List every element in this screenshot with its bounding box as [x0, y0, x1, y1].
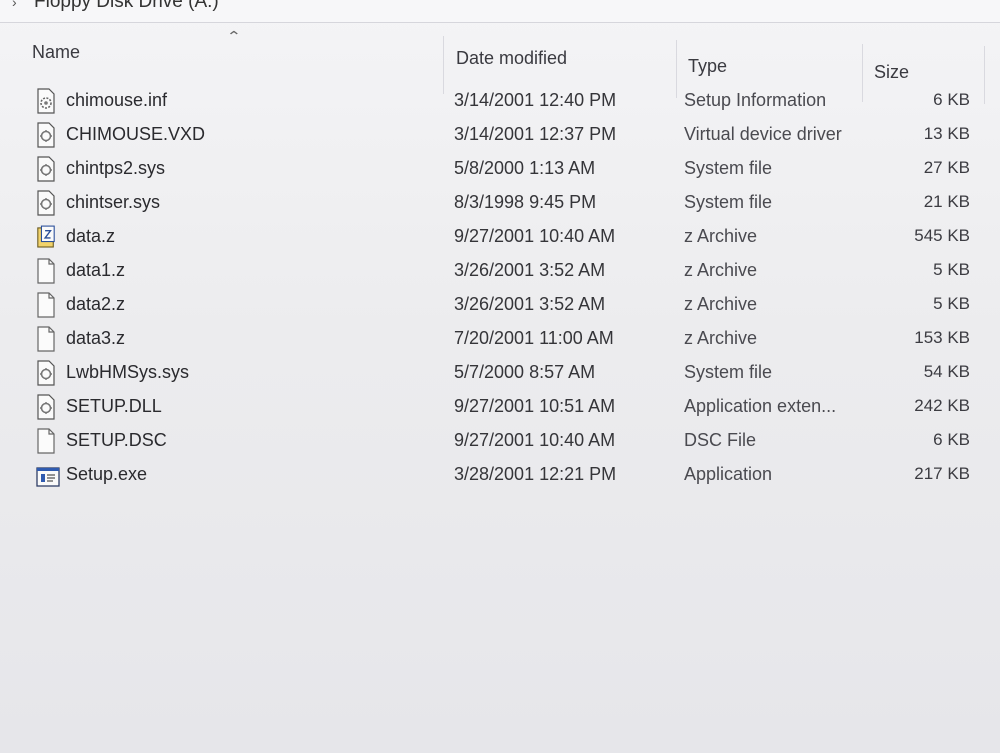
sort-ascending-icon: ⌃	[226, 28, 242, 44]
file-row[interactable]: LwbHMSys.sys 5/7/2000 8:57 AM System fil…	[0, 358, 1000, 392]
file-type: z Archive	[684, 226, 758, 246]
file-date-modified: 9/27/2001 10:51 AM	[454, 396, 616, 416]
file-row[interactable]: chimouse.inf 3/14/2001 12:40 PM Setup In…	[0, 86, 1000, 120]
file-type: z Archive	[684, 328, 758, 348]
file-size: 217 KB	[914, 464, 970, 483]
file-name: SETUP.DSC	[66, 430, 167, 450]
file-size: 6 KB	[933, 90, 970, 109]
file-list: chimouse.inf 3/14/2001 12:40 PM Setup In…	[0, 86, 1000, 494]
file-size: 153 KB	[914, 328, 970, 347]
column-header-name[interactable]: Name	[32, 42, 80, 63]
file-size: 545 KB	[914, 226, 970, 245]
file-name: LwbHMSys.sys	[66, 362, 190, 382]
blank-file-icon	[37, 428, 55, 454]
file-row[interactable]: data1.z 3/26/2001 3:52 AM z Archive 5 KB	[0, 256, 1000, 290]
file-size: 6 KB	[933, 430, 970, 449]
file-type: System file	[684, 362, 773, 382]
system-file-icon	[37, 360, 55, 386]
chevron-right-icon[interactable]: ›	[12, 0, 17, 10]
system-file-icon	[37, 190, 55, 216]
setup-info-icon	[37, 88, 55, 114]
column-header-size[interactable]: Size	[874, 62, 909, 83]
file-name: data2.z	[66, 294, 126, 314]
file-size: 27 KB	[923, 158, 970, 177]
file-size: 54 KB	[923, 362, 970, 381]
file-row[interactable]: SETUP.DLL 9/27/2001 10:51 AM Application…	[0, 392, 1000, 426]
blank-file-icon	[37, 258, 55, 284]
file-name: data1.z	[66, 260, 126, 280]
address-bar[interactable]: › Floppy Disk Drive (A:)	[0, 0, 1000, 23]
file-explorer-window: › Floppy Disk Drive (A:) ⌃ Name Date mod…	[0, 0, 1000, 753]
file-size: 5 KB	[933, 260, 970, 279]
file-size: 13 KB	[923, 124, 970, 143]
file-row[interactable]: data.z 9/27/2001 10:40 AM z Archive 545 …	[0, 222, 1000, 256]
file-type: DSC File	[684, 430, 757, 450]
file-date-modified: 3/14/2001 12:40 PM	[454, 90, 617, 110]
file-size: 5 KB	[933, 294, 970, 313]
file-date-modified: 3/26/2001 3:52 AM	[454, 260, 606, 280]
file-date-modified: 7/20/2001 11:00 AM	[454, 328, 614, 348]
system-file-icon	[37, 156, 55, 182]
blank-file-icon	[37, 292, 55, 318]
file-row[interactable]: data3.z 7/20/2001 11:00 AM z Archive 153…	[0, 324, 1000, 358]
file-type: Setup Information	[684, 90, 827, 110]
file-date-modified: 9/27/2001 10:40 AM	[454, 430, 616, 450]
file-name: CHIMOUSE.VXD	[66, 124, 206, 144]
file-date-modified: 3/26/2001 3:52 AM	[454, 294, 606, 314]
file-date-modified: 9/27/2001 10:40 AM	[454, 226, 616, 246]
file-date-modified: 3/28/2001 12:21 PM	[454, 464, 617, 484]
blank-file-icon	[37, 326, 55, 352]
file-size: 21 KB	[923, 192, 970, 211]
file-type: System file	[684, 158, 773, 178]
file-row[interactable]: CHIMOUSE.VXD 3/14/2001 12:37 PM Virtual …	[0, 120, 1000, 154]
file-row[interactable]: chintps2.sys 5/8/2000 1:13 AM System fil…	[0, 154, 1000, 188]
file-row[interactable]: SETUP.DSC 9/27/2001 10:40 AM DSC File 6 …	[0, 426, 1000, 460]
file-type: z Archive	[684, 294, 758, 314]
file-type: System file	[684, 192, 773, 212]
column-header-date[interactable]: Date modified	[456, 48, 567, 69]
file-type: Application exten...	[684, 396, 837, 416]
file-row[interactable]: data2.z 3/26/2001 3:52 AM z Archive 5 KB	[0, 290, 1000, 324]
system-file-icon	[37, 394, 55, 420]
file-type: z Archive	[684, 260, 758, 280]
column-header-type[interactable]: Type	[688, 56, 727, 77]
file-name: data.z	[66, 226, 116, 246]
file-name: data3.z	[66, 328, 126, 348]
file-name: chintser.sys	[66, 192, 161, 212]
file-row[interactable]: Setup.exe 3/28/2001 12:21 PM Application…	[0, 460, 1000, 494]
file-name: chimouse.inf	[66, 90, 168, 110]
file-date-modified: 3/14/2001 12:37 PM	[454, 124, 617, 144]
application-icon	[36, 467, 60, 487]
file-name: SETUP.DLL	[66, 396, 162, 416]
breadcrumb-location[interactable]: Floppy Disk Drive (A:)	[34, 0, 219, 13]
file-row[interactable]: chintser.sys 8/3/1998 9:45 PM System fil…	[0, 188, 1000, 222]
file-date-modified: 8/3/1998 9:45 PM	[454, 192, 597, 212]
file-type: Virtual device driver	[684, 124, 842, 144]
file-name: Setup.exe	[66, 464, 148, 484]
file-date-modified: 5/7/2000 8:57 AM	[454, 362, 596, 382]
file-type: Application	[684, 464, 773, 484]
file-date-modified: 5/8/2000 1:13 AM	[454, 158, 596, 178]
file-size: 242 KB	[914, 396, 970, 415]
file-name: chintps2.sys	[66, 158, 166, 178]
system-file-icon	[37, 122, 55, 148]
archive-icon	[37, 225, 55, 248]
